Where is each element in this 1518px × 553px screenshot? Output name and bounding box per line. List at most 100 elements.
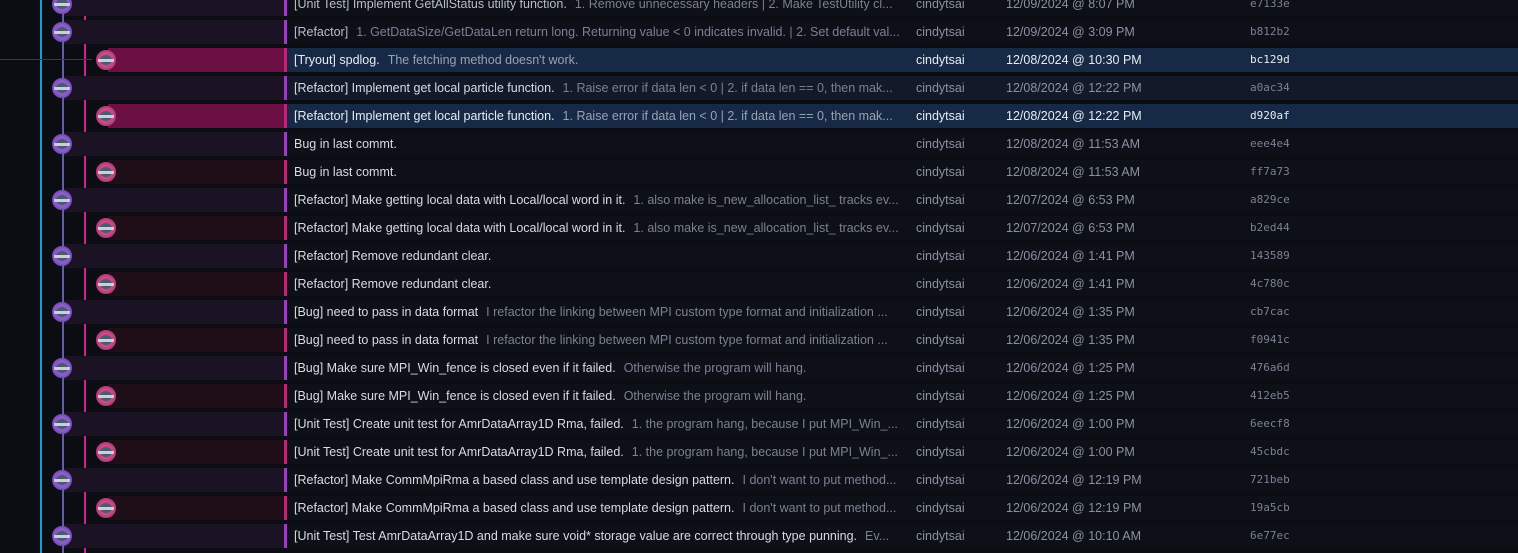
commit-node-avatar-icon[interactable] [52, 526, 72, 546]
commit-date: 12/09/2024 @ 3:09 PM [1006, 25, 1135, 39]
commit-message: [Unit Test] Implement GetAllStatus utili… [294, 0, 902, 18]
branch-color-marker [284, 216, 287, 240]
commit-graph-view: [Unit Test] Implement GetAllStatus utili… [0, 0, 1518, 553]
branch-color-marker [284, 132, 287, 156]
commit-node-avatar-icon[interactable] [96, 50, 116, 70]
commit-subject: [Unit Test] Test AmrDataArray1D and make… [294, 529, 858, 543]
commit-date: 12/06/2024 @ 1:41 PM [1006, 277, 1135, 291]
commit-row[interactable]: [Unit Test] Test AmrDataArray1D and make… [0, 522, 1518, 550]
commit-date: 12/08/2024 @ 12:22 PM [1006, 109, 1142, 123]
graph-lane-bar [108, 496, 286, 520]
commit-sha: bc129d [1250, 53, 1290, 66]
avatar-band [98, 339, 114, 342]
commit-node-avatar-icon[interactable] [52, 470, 72, 490]
commit-date: 12/06/2024 @ 1:41 PM [1006, 249, 1135, 263]
avatar-band [98, 507, 114, 510]
commit-node-avatar-icon[interactable] [52, 246, 72, 266]
commit-date: 12/06/2024 @ 12:19 PM [1006, 501, 1142, 515]
commit-description: 1. the program hang, because I put MPI_W… [631, 445, 898, 459]
commit-row[interactable]: [Bug] need to pass in data format I refac… [0, 298, 1518, 326]
commit-author: cindytsai [916, 193, 965, 207]
commit-description: 1. also make is_new_allocation_list_ tra… [633, 221, 899, 235]
commit-row[interactable]: [Refactor] Make getting local data with … [0, 214, 1518, 242]
commit-sha: e7133e [1250, 0, 1290, 10]
graph-lane-bar [64, 468, 286, 492]
avatar-band [98, 59, 114, 62]
graph-lane-bar [108, 216, 286, 240]
commit-node-avatar-icon[interactable] [96, 162, 116, 182]
commit-node-avatar-icon[interactable] [96, 386, 116, 406]
commit-row[interactable]: [Refactor] Remove redundant clear. cindyt… [0, 270, 1518, 298]
commit-row[interactable]: [Refactor] Make CommMpiRma a based class… [0, 494, 1518, 522]
commit-sha: 6e77ec [1250, 529, 1290, 542]
avatar-band [54, 535, 70, 538]
commit-node-avatar-icon[interactable] [52, 22, 72, 42]
commit-node-avatar-icon[interactable] [96, 106, 116, 126]
commit-author: cindytsai [916, 417, 965, 431]
branch-color-marker [284, 468, 287, 492]
commit-node-avatar-icon[interactable] [96, 442, 116, 462]
branch-color-marker [284, 20, 287, 44]
commit-message: [Bug] Make sure MPI_Win_fence is closed … [294, 382, 902, 410]
commit-subject: [Refactor] Remove redundant clear. [294, 249, 492, 263]
commit-date: 12/06/2024 @ 12:19 PM [1006, 473, 1142, 487]
commit-subject: [Refactor] [294, 25, 349, 39]
commit-subject: [Unit Test] Implement GetAllStatus utili… [294, 0, 567, 11]
commit-sha: 721beb [1250, 473, 1290, 486]
commit-description: Otherwise the program will hang. [623, 361, 807, 375]
commit-subject: [Refactor] Make getting local data with … [294, 221, 626, 235]
commit-row[interactable]: Bug in last commt. cindytsai 12/08/2024 @ … [0, 158, 1518, 186]
commit-description: Ev... [865, 529, 890, 543]
branch-color-marker [284, 48, 287, 72]
commit-description: I refactor the linking between MPI custo… [486, 333, 888, 347]
commit-row[interactable]: [Unit Test] Create unit test for AmrData… [0, 438, 1518, 466]
branch-color-marker [284, 356, 287, 380]
commit-author: cindytsai [916, 277, 965, 291]
commit-row[interactable]: [Unit Test] Implement GetAllStatus utili… [0, 0, 1518, 18]
commit-author: cindytsai [916, 333, 965, 347]
commit-row[interactable]: [Refactor] Implement get local particle … [0, 74, 1518, 102]
branch-color-marker [284, 160, 287, 184]
commit-author: cindytsai [916, 221, 965, 235]
commit-description: I refactor the linking between MPI custo… [486, 305, 888, 319]
commit-date: 12/06/2024 @ 1:00 PM [1006, 445, 1135, 459]
commit-row[interactable]: [Refactor] Implement get local particle … [0, 102, 1518, 130]
commit-row[interactable]: [Bug] Make sure MPI_Win_fence is closed … [0, 354, 1518, 382]
commit-node-avatar-icon[interactable] [96, 498, 116, 518]
commit-author: cindytsai [916, 53, 965, 67]
avatar-band [98, 171, 114, 174]
avatar-band [54, 423, 70, 426]
commit-author: cindytsai [916, 249, 965, 263]
graph-lane-bar [108, 328, 286, 352]
commit-row[interactable]: [Refactor] Make CommMpiRma a based class… [0, 466, 1518, 494]
commit-author: cindytsai [916, 25, 965, 39]
commit-node-avatar-icon[interactable] [96, 274, 116, 294]
commit-description: 1. the program hang, because I put MPI_W… [631, 417, 898, 431]
commit-message: [Bug] Make sure MPI_Win_fence is closed … [294, 354, 902, 382]
graph-lane-bar [108, 160, 286, 184]
commit-node-avatar-icon[interactable] [52, 302, 72, 322]
commit-row[interactable]: [Unit Test] Create unit test for AmrData… [0, 410, 1518, 438]
commit-subject: [Bug] need to pass in data format [294, 333, 479, 347]
commit-row[interactable]: [Bug] Make sure MPI_Win_fence is closed … [0, 382, 1518, 410]
commit-node-avatar-icon[interactable] [52, 190, 72, 210]
commit-sha: b2ed44 [1250, 221, 1290, 234]
commit-author: cindytsai [916, 501, 965, 515]
commit-node-avatar-icon[interactable] [96, 218, 116, 238]
commit-row[interactable]: [Tryout] spdlog. The fetching method does… [0, 46, 1518, 74]
commit-row[interactable]: Bug in last commt. cindytsai 12/08/2024 @ … [0, 130, 1518, 158]
commit-row[interactable]: [Refactor] 1. GetDataSize/GetDataLen retu… [0, 18, 1518, 46]
commit-author: cindytsai [916, 109, 965, 123]
commit-node-avatar-icon[interactable] [52, 414, 72, 434]
commit-sha: d920af [1250, 109, 1290, 122]
commit-row[interactable]: [Refactor] Remove redundant clear. cindyt… [0, 242, 1518, 270]
commit-node-avatar-icon[interactable] [52, 134, 72, 154]
commit-message: [Unit Test] Create unit test for AmrData… [294, 438, 902, 466]
commit-row[interactable]: [Refactor] Make getting local data with … [0, 186, 1518, 214]
commit-row[interactable]: [Bug] need to pass in data format I refac… [0, 326, 1518, 354]
avatar-band [54, 3, 70, 6]
commit-message: [Refactor] Make CommMpiRma a based class… [294, 466, 902, 494]
commit-node-avatar-icon[interactable] [96, 330, 116, 350]
commit-node-avatar-icon[interactable] [52, 358, 72, 378]
commit-node-avatar-icon[interactable] [52, 78, 72, 98]
